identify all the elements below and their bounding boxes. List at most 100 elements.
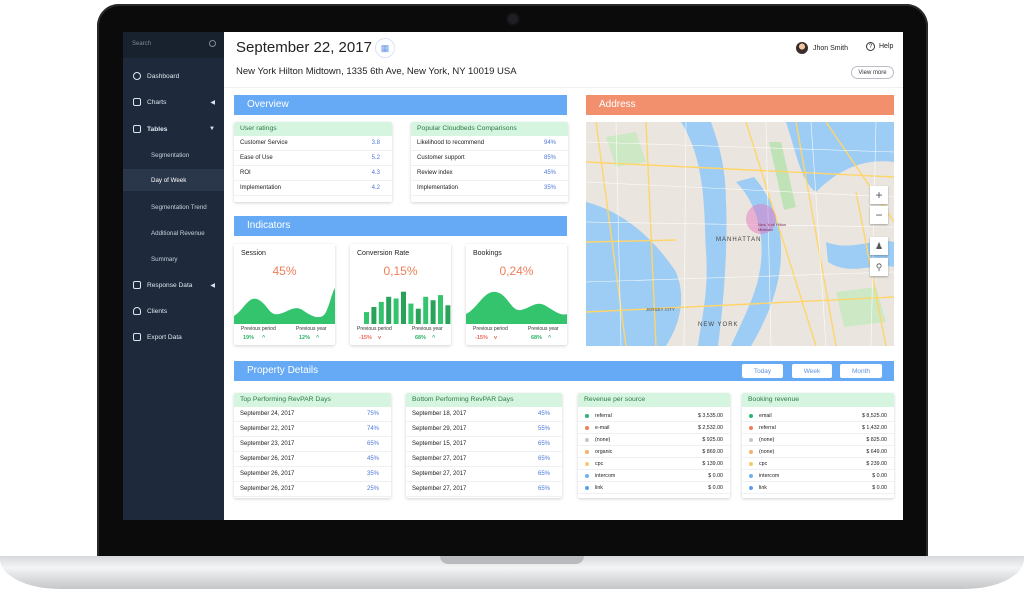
sidebar-subitem-segmentation[interactable]: Segmentation: [123, 144, 224, 166]
prev-year-label: Previous year: [528, 326, 559, 332]
card-title: Top Performing RevPAR Days: [234, 393, 391, 407]
chart-bar: [430, 300, 436, 324]
row-label: Likelihood to recommend: [417, 140, 485, 146]
arrow-up-icon: ^: [262, 335, 266, 341]
prev-period-label: Previous period: [357, 326, 392, 332]
legend-dot: [749, 485, 753, 490]
map-label-manhattan: MANHATTAN: [716, 237, 762, 243]
source-label: intercom: [759, 472, 780, 479]
table-row: Review index 45%: [411, 166, 568, 181]
sidebar-item-clients[interactable]: Clients: [123, 300, 224, 322]
list-item: referral $ 1,432.00: [742, 422, 894, 434]
table-row: September 29, 2017 55%: [406, 422, 562, 437]
row-label: September 18, 2017: [412, 411, 467, 417]
sidebar-search[interactable]: Search: [123, 32, 224, 58]
indicator-value: 0,24%: [499, 264, 534, 278]
sidebar-item-label: Export Data: [147, 333, 182, 341]
source-label: e-mail: [595, 424, 610, 431]
hotel-address: New York Hilton Midtown, 1335 6th Ave, N…: [236, 66, 517, 77]
table-row: September 18, 2017 45%: [406, 407, 562, 422]
search-icon[interactable]: [209, 40, 216, 47]
tab-month[interactable]: Month: [840, 364, 882, 378]
list-item: link $ 0.00: [742, 482, 894, 494]
help-link[interactable]: ? Help: [866, 42, 893, 51]
source-label: organic: [595, 448, 613, 455]
tab-today[interactable]: Today: [742, 364, 783, 378]
arrow-down-icon: v: [494, 335, 498, 341]
prev-year-label: Previous year: [412, 326, 443, 332]
top-revpar-card: Top Performing RevPAR Days September 24,…: [234, 393, 391, 498]
tab-week[interactable]: Week: [792, 364, 832, 378]
sidebar-subitem-additional-revenue[interactable]: Additional Revenue: [123, 222, 224, 244]
row-value: 65%: [537, 486, 550, 492]
tables-icon: [133, 125, 141, 133]
sidebar-item-tables[interactable]: Tables ▼: [123, 118, 224, 140]
sidebar: Search Dashboard Charts ◀ Tables ▼ Segment…: [123, 32, 224, 520]
map-label-jersey: JERSEY CITY: [646, 307, 675, 312]
source-amount: $ 925.00: [702, 436, 723, 443]
sidebar-subitem-day-of-week[interactable]: Day of Week: [123, 169, 224, 191]
row-label: Ease of Use: [240, 155, 273, 161]
overview-header: Overview: [234, 95, 567, 115]
row-label: September 27, 2017: [412, 486, 467, 492]
row-label: Review index: [417, 170, 453, 176]
source-amount: $ 869.00: [702, 448, 723, 455]
legend-dot: [585, 485, 589, 490]
source-amount: $ 0.00: [872, 472, 887, 479]
sidebar-item-dashboard[interactable]: Dashboard: [123, 65, 224, 87]
indicators-header: Indicators: [234, 216, 567, 236]
sidebar-item-charts[interactable]: Charts ◀: [123, 91, 224, 113]
chart-bar: [386, 296, 392, 324]
chevron-down-icon: ▼: [209, 126, 215, 132]
sidebar-subitem-segmentation-trend[interactable]: Segmentation Trend: [123, 196, 224, 218]
dashboard-icon: [133, 72, 141, 80]
sidebar-item-export-data[interactable]: Export Data: [123, 326, 224, 348]
calendar-icon[interactable]: ▦: [375, 38, 395, 58]
chart-bar: [445, 305, 451, 324]
legend-dot: [585, 425, 589, 430]
prev-period-value: -15%: [359, 335, 372, 341]
sidebar-subitem-summary[interactable]: Summary: [123, 248, 224, 270]
row-value: 35%: [543, 185, 556, 191]
row-value: 25%: [366, 486, 379, 492]
sidebar-item-response-data[interactable]: Response Data ◀: [123, 274, 224, 296]
view-more-button[interactable]: View more: [851, 66, 894, 79]
list-item: email $ 8,525.00: [742, 410, 894, 422]
chart-bar: [415, 308, 421, 324]
map[interactable]: New York Hilton Midtown MANHATTAN NEW YO…: [586, 122, 894, 346]
source-amount: $ 3,535.00: [697, 412, 723, 419]
source-label: (none): [759, 436, 775, 443]
zoom-in-button[interactable]: +: [870, 186, 888, 204]
zoom-out-button[interactable]: −: [870, 206, 888, 224]
row-label: Implementation: [417, 185, 459, 191]
arrow-up-icon: ^: [432, 335, 436, 341]
source-amount: $ 825.00: [866, 436, 887, 443]
table-row: Customer support 85%: [411, 151, 568, 166]
dashboard-screen: Search Dashboard Charts ◀ Tables ▼ Segment…: [123, 32, 903, 520]
table-row: September 15, 2017 65%: [406, 437, 562, 452]
indicator-value: 45%: [272, 264, 297, 278]
row-value: 45%: [537, 411, 550, 417]
card-title: Conversion Rate: [357, 250, 410, 257]
source-amount: $ 239.00: [866, 460, 887, 467]
list-item: intercom $ 0.00: [578, 470, 730, 482]
table-row: September 22, 2017 74%: [234, 422, 391, 437]
chart-bar: [393, 298, 399, 324]
legend-dot: [585, 449, 589, 454]
user-menu[interactable]: Jhon Smith: [796, 42, 848, 54]
row-value: 4.2: [371, 185, 380, 191]
card-title: Booking revenue: [742, 393, 894, 407]
prev-year-value: 12%: [299, 335, 311, 341]
source-label: cpc: [759, 460, 768, 467]
list-item: cpc $ 239.00: [742, 458, 894, 470]
street-view-icon[interactable]: ♟: [870, 237, 888, 255]
list-item: cpc $ 139.00: [578, 458, 730, 470]
legend-dot: [585, 437, 589, 442]
card-title: User ratings: [234, 122, 392, 136]
comparisons-card: Popular Cloudbeds Comparisons Likelihood…: [411, 122, 568, 202]
source-amount: $ 0.00: [708, 472, 723, 479]
legend-dot: [585, 413, 589, 418]
location-icon[interactable]: ⚲: [870, 258, 888, 276]
prev-year-value: 68%: [415, 335, 427, 341]
row-label: ROI: [240, 170, 251, 176]
